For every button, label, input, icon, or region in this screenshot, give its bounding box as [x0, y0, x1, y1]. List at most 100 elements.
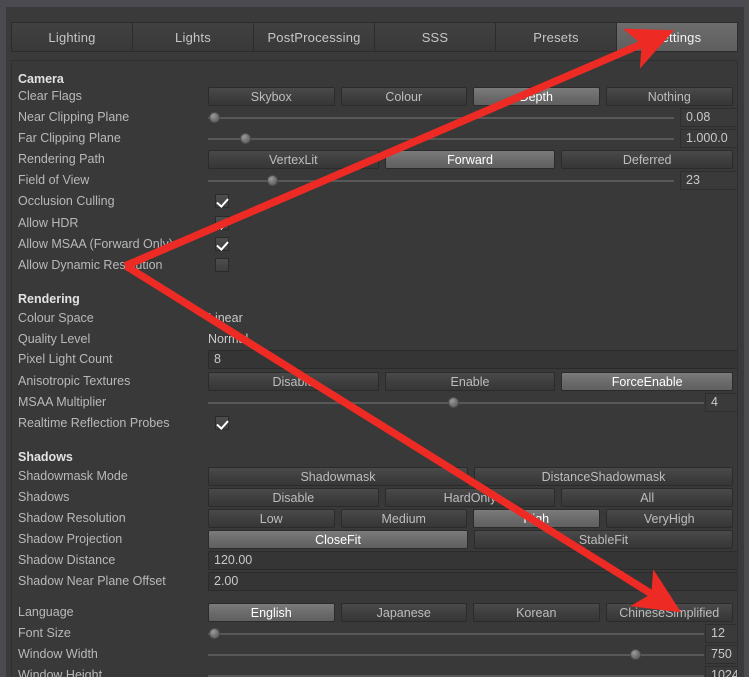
shadow-resolution-option-medium[interactable]: Medium — [340, 509, 467, 528]
near-clipping-plane-value[interactable]: 0.08 — [680, 108, 737, 127]
colour-space-label: Colour Space — [18, 311, 94, 325]
window-height-slider[interactable] — [208, 666, 704, 677]
far-clipping-plane-slider[interactable] — [208, 129, 674, 148]
shadow-projection-label: Shadow Projection — [18, 532, 123, 546]
shadow-resolution-option-high[interactable]: High — [473, 509, 600, 528]
language-option-korean[interactable]: Korean — [473, 603, 600, 622]
shadow-resolution-group: Low Medium High VeryHigh — [208, 509, 733, 528]
row-shadow-projection: Shadow Projection CloseFit StableFit — [12, 529, 737, 550]
row-window-width: Window Width 750 — [12, 644, 737, 665]
msaa-multiplier-value[interactable]: 4 — [705, 393, 737, 412]
shadows-label: Shadows — [18, 490, 70, 504]
rendering-path-group: VertexLit Forward Deferred — [208, 150, 733, 169]
allow-msaa-checkbox[interactable] — [215, 237, 229, 251]
row-rendering-path: Rendering Path VertexLit Forward Deferre… — [12, 149, 737, 170]
far-clipping-plane-label: Far Clipping Plane — [18, 131, 121, 145]
language-group: English Japanese Korean ChineseSimplifie… — [208, 603, 733, 622]
near-clipping-plane-label: Near Clipping Plane — [18, 110, 130, 124]
quality-level-value: Normal — [208, 332, 249, 346]
language-option-chinesesimplified[interactable]: ChineseSimplified — [605, 603, 733, 622]
row-far-clipping-plane: Far Clipping Plane 1.000.0 — [12, 128, 737, 149]
shadow-distance-input[interactable]: 120.00 — [208, 551, 737, 570]
clear-flags-option-depth[interactable]: Depth — [473, 87, 600, 106]
settings-panel: Camera Clear Flags Skybox Colour Depth N… — [11, 60, 738, 677]
tab-lighting[interactable]: Lighting — [11, 22, 132, 52]
font-size-value[interactable]: 12 — [705, 624, 737, 643]
shadowmask-mode-option-distanceshadowmask[interactable]: DistanceShadowmask — [474, 467, 733, 486]
pixel-light-count-input[interactable]: 8 — [208, 350, 737, 369]
row-shadow-resolution: Shadow Resolution Low Medium High VeryHi… — [12, 508, 737, 529]
occlusion-culling-checkbox[interactable] — [215, 194, 229, 208]
shadowmask-mode-group: Shadowmask DistanceShadowmask — [208, 467, 733, 486]
section-header-shadows: Shadows — [12, 447, 737, 468]
realtime-reflection-probes-checkbox[interactable] — [215, 416, 229, 430]
row-shadow-distance: Shadow Distance 120.00 — [12, 550, 737, 571]
row-allow-hdr: Allow HDR — [12, 213, 737, 234]
shadow-near-plane-offset-input[interactable]: 2.00 — [208, 572, 737, 591]
anisotropic-textures-option-disable[interactable]: Disable — [208, 372, 379, 391]
row-colour-space: Colour Space Linear — [12, 308, 737, 329]
row-occlusion-culling: Occlusion Culling — [12, 191, 737, 212]
shadow-projection-option-stablefit[interactable]: StableFit — [474, 530, 733, 549]
allow-dynamic-resolution-checkbox[interactable] — [215, 258, 229, 272]
tab-settings[interactable]: Settings — [616, 22, 738, 52]
row-allow-msaa: Allow MSAA (Forward Only) — [12, 234, 737, 255]
anisotropic-textures-option-forceenable[interactable]: ForceEnable — [561, 372, 733, 391]
shadows-option-all[interactable]: All — [561, 488, 733, 507]
shadow-resolution-option-veryhigh[interactable]: VeryHigh — [605, 509, 733, 528]
anisotropic-textures-option-enable[interactable]: Enable — [384, 372, 556, 391]
row-near-clipping-plane: Near Clipping Plane 0.08 — [12, 107, 737, 128]
shadowmask-mode-label: Shadowmask Mode — [18, 469, 128, 483]
window-width-value[interactable]: 750 — [705, 645, 737, 664]
msaa-multiplier-slider[interactable] — [208, 393, 704, 412]
settings-window: Lighting Lights PostProcessing SSS Prese… — [0, 0, 749, 677]
shadow-projection-group: CloseFit StableFit — [208, 530, 733, 549]
rendering-path-option-deferred[interactable]: Deferred — [561, 150, 733, 169]
clear-flags-option-nothing[interactable]: Nothing — [605, 87, 733, 106]
language-option-japanese[interactable]: Japanese — [340, 603, 467, 622]
tab-lights[interactable]: Lights — [132, 22, 253, 52]
shadows-option-hardonly[interactable]: HardOnly — [384, 488, 556, 507]
row-pixel-light-count: Pixel Light Count 8 — [12, 349, 737, 370]
field-of-view-label: Field of View — [18, 173, 90, 187]
shadows-option-disable[interactable]: Disable — [208, 488, 379, 507]
msaa-multiplier-label: MSAA Multiplier — [18, 395, 107, 409]
shadow-distance-label: Shadow Distance — [18, 553, 116, 567]
row-window-height: Window Height 1024 — [12, 665, 737, 677]
clear-flags-group: Skybox Colour Depth Nothing — [208, 87, 733, 106]
language-option-english[interactable]: English — [208, 603, 335, 622]
shadow-resolution-option-low[interactable]: Low — [208, 509, 335, 528]
clear-flags-option-colour[interactable]: Colour — [340, 87, 467, 106]
tab-postprocessing[interactable]: PostProcessing — [253, 22, 374, 52]
window-width-label: Window Width — [18, 647, 98, 661]
field-of-view-value[interactable]: 23 — [680, 171, 737, 190]
shadow-projection-option-closefit[interactable]: CloseFit — [208, 530, 468, 549]
row-realtime-reflection-probes: Realtime Reflection Probes — [12, 413, 737, 434]
quality-level-label: Quality Level — [18, 332, 91, 346]
row-font-size: Font Size 12 — [12, 623, 737, 644]
field-of-view-slider[interactable] — [208, 171, 674, 190]
row-anisotropic-textures: Anisotropic Textures Disable Enable Forc… — [12, 371, 737, 392]
row-shadowmask-mode: Shadowmask Mode Shadowmask DistanceShado… — [12, 466, 737, 487]
near-clipping-plane-slider[interactable] — [208, 108, 674, 127]
row-shadow-near-plane-offset: Shadow Near Plane Offset 2.00 — [12, 571, 737, 592]
occlusion-culling-label: Occlusion Culling — [18, 194, 115, 208]
allow-hdr-checkbox[interactable] — [215, 216, 229, 230]
rendering-path-option-vertexlit[interactable]: VertexLit — [208, 150, 379, 169]
section-header-rendering: Rendering — [12, 289, 737, 310]
font-size-slider[interactable] — [208, 624, 704, 643]
rendering-path-option-forward[interactable]: Forward — [384, 150, 556, 169]
shadows-header-label: Shadows — [18, 450, 73, 464]
clear-flags-option-skybox[interactable]: Skybox — [208, 87, 335, 106]
colour-space-value: Linear — [208, 311, 243, 325]
tab-presets[interactable]: Presets — [495, 22, 616, 52]
tab-sss[interactable]: SSS — [374, 22, 495, 52]
shadowmask-mode-option-shadowmask[interactable]: Shadowmask — [208, 467, 468, 486]
far-clipping-plane-value[interactable]: 1.000.0 — [680, 129, 737, 148]
window-width-slider[interactable] — [208, 645, 704, 664]
window-height-value[interactable]: 1024 — [705, 666, 737, 677]
row-language: Language English Japanese Korean Chinese… — [12, 602, 737, 623]
rendering-header-label: Rendering — [18, 292, 80, 306]
row-allow-dynamic-resolution: Allow Dynamic Resolution — [12, 255, 737, 276]
row-msaa-multiplier: MSAA Multiplier 4 — [12, 392, 737, 413]
